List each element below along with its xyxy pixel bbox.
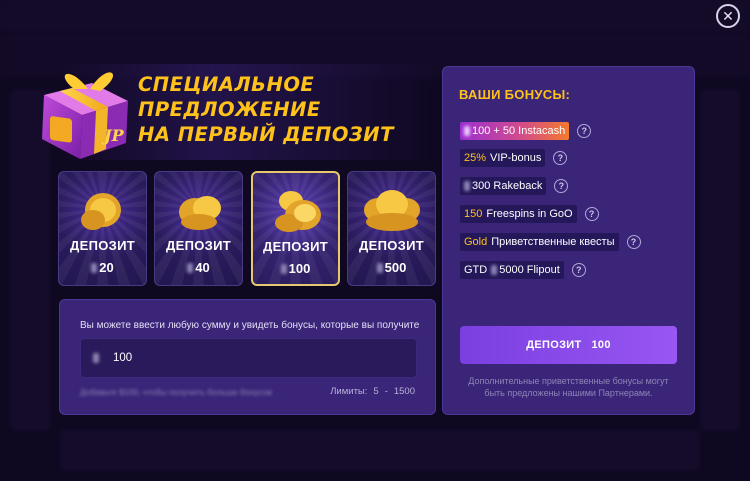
deposit-card-20[interactable]: ДЕПОЗИТ 20 bbox=[58, 171, 147, 286]
card-label: ДЕПОЗИТ bbox=[70, 238, 135, 253]
bonus-chip: 150 Freespins in GoO bbox=[460, 205, 577, 223]
card-amount: 40 bbox=[155, 260, 242, 275]
card-amount: 500 bbox=[348, 260, 435, 275]
bonus-chip: 25% VIP-bonus bbox=[460, 149, 546, 167]
currency-icon bbox=[491, 265, 498, 275]
help-icon[interactable]: ? bbox=[554, 179, 569, 193]
close-icon: ✕ bbox=[722, 8, 734, 24]
amount-input[interactable]: 100 bbox=[80, 338, 417, 378]
promo-title-line: СПЕЦИАЛЬНОЕ bbox=[138, 73, 315, 96]
gift-badge: JP bbox=[101, 126, 125, 145]
currency-icon bbox=[464, 181, 470, 191]
help-icon[interactable]: ? bbox=[571, 263, 586, 277]
blurred-tip-text: Добавьте $100, чтобы получить больше бон… bbox=[80, 387, 273, 397]
help-icon[interactable]: ? bbox=[626, 235, 641, 249]
deposit-button[interactable]: ДЕПОЗИТ 100 bbox=[460, 326, 677, 364]
promo-title: СПЕЦИАЛЬНОЕ ПРЕДЛОЖЕНИЕ НА ПЕРВЫЙ ДЕПОЗИ… bbox=[138, 72, 438, 147]
currency-icon bbox=[91, 263, 98, 273]
card-label: ДЕПОЗИТ bbox=[166, 238, 231, 253]
help-icon[interactable]: ? bbox=[577, 124, 592, 138]
currency-icon bbox=[93, 353, 99, 363]
bonuses-panel: ВАШИ БОНУСЫ: 100 + 50 Instacash ? 25% VIP… bbox=[442, 66, 695, 415]
close-button[interactable]: ✕ bbox=[716, 4, 740, 28]
bonus-item-freespins: 150 Freespins in GoO ? bbox=[460, 205, 599, 223]
limits-text: Лимиты: 5-1500 bbox=[330, 386, 415, 397]
help-icon[interactable]: ? bbox=[584, 207, 599, 221]
bonus-item-vip: 25% VIP-bonus ? bbox=[460, 149, 568, 167]
card-amount: 100 bbox=[253, 261, 338, 276]
bonus-item-rakeback: 300 Rakeback ? bbox=[460, 177, 569, 195]
amount-value: 100 bbox=[113, 352, 133, 364]
coins-icon bbox=[275, 191, 321, 232]
bonus-item-instacash: 100 + 50 Instacash ? bbox=[460, 122, 592, 140]
deposit-card-500[interactable]: ДЕПОЗИТ 500 bbox=[347, 171, 436, 286]
bonus-chip: 300 Rakeback bbox=[460, 177, 547, 195]
amount-hint: Вы можете ввести любую сумму и увидеть б… bbox=[80, 320, 420, 331]
bonus-chip: GTD 5000 Flipout bbox=[460, 261, 564, 279]
card-amount: 20 bbox=[59, 260, 146, 275]
bonus-item-quests: Gold Приветственные квесты ? bbox=[460, 233, 641, 251]
coins-icon bbox=[364, 190, 420, 231]
coins-icon bbox=[179, 196, 221, 230]
coins-icon bbox=[81, 193, 121, 230]
partners-note: Дополнительные приветственные бонусы мог… bbox=[468, 376, 669, 398]
bonuses-title: ВАШИ БОНУСЫ: bbox=[459, 87, 571, 102]
help-icon[interactable]: ? bbox=[553, 151, 568, 165]
bonus-chip: Gold Приветственные квесты bbox=[460, 233, 619, 251]
currency-icon bbox=[464, 126, 470, 136]
promo-title-line: НА ПЕРВЫЙ ДЕПОЗИТ bbox=[138, 123, 394, 146]
currency-icon bbox=[187, 263, 194, 273]
card-label: ДЕПОЗИТ bbox=[263, 239, 328, 254]
custom-amount-panel: Вы можете ввести любую сумму и увидеть б… bbox=[59, 299, 436, 415]
bonus-chip: 100 + 50 Instacash bbox=[460, 122, 570, 140]
deposit-card-100[interactable]: ДЕПОЗИТ 100 bbox=[251, 171, 340, 286]
deposit-card-40[interactable]: ДЕПОЗИТ 40 bbox=[154, 171, 243, 286]
gift-box-icon: JP bbox=[42, 72, 128, 159]
bonus-item-flipout: GTD 5000 Flipout ? bbox=[460, 261, 586, 279]
promo-title-line: ПРЕДЛОЖЕНИЕ bbox=[138, 98, 321, 121]
card-label: ДЕПОЗИТ bbox=[359, 238, 424, 253]
currency-icon bbox=[280, 264, 287, 274]
currency-icon bbox=[376, 263, 383, 273]
